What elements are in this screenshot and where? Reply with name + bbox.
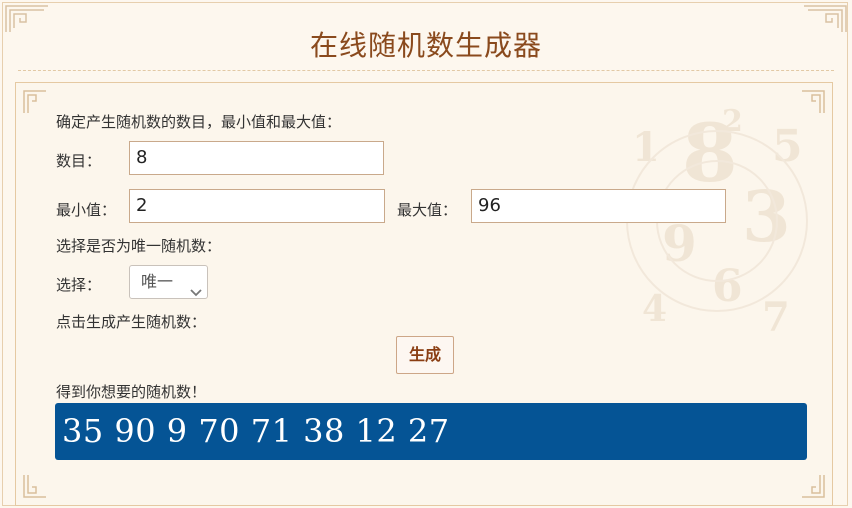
- corner-ornament-icon: [22, 89, 48, 115]
- count-label: 数目：: [56, 152, 102, 170]
- min-label: 最小值：: [56, 201, 117, 219]
- title-divider: [18, 70, 834, 71]
- generate-button[interactable]: 生成: [396, 336, 454, 374]
- min-input[interactable]: 2: [129, 189, 385, 223]
- unique-label: 选择：: [56, 276, 102, 294]
- svg-text:1: 1: [632, 124, 660, 171]
- count-instructions: 确定产生随机数的数目，最小值和最大值：: [56, 113, 342, 131]
- corner-ornament-icon: [800, 89, 826, 115]
- result-instructions: 得到你想要的随机数！: [56, 383, 207, 401]
- svg-text:4: 4: [642, 288, 667, 330]
- svg-text:8: 8: [682, 106, 738, 200]
- unique-select[interactable]: 唯一: [129, 265, 208, 299]
- svg-text:5: 5: [772, 121, 803, 172]
- generate-instructions: 点击生成产生随机数：: [56, 313, 207, 331]
- corner-ornament-icon: [22, 473, 48, 499]
- page-title: 在线随机数生成器: [309, 29, 542, 62]
- count-input[interactable]: 8: [129, 141, 384, 175]
- svg-text:2: 2: [722, 104, 743, 139]
- max-label: 最大值：: [397, 201, 458, 219]
- corner-ornament-icon: [800, 473, 826, 499]
- unique-instructions: 选择是否为唯一随机数：: [56, 237, 222, 255]
- svg-text:7: 7: [762, 294, 790, 341]
- result-display: 35 90 9 70 71 38 12 27: [55, 403, 807, 460]
- svg-text:3: 3: [742, 175, 791, 258]
- unique-select-value: 唯一: [141, 272, 174, 291]
- max-input[interactable]: 96: [471, 189, 726, 223]
- svg-text:6: 6: [712, 261, 743, 312]
- chevron-down-icon: [189, 277, 203, 297]
